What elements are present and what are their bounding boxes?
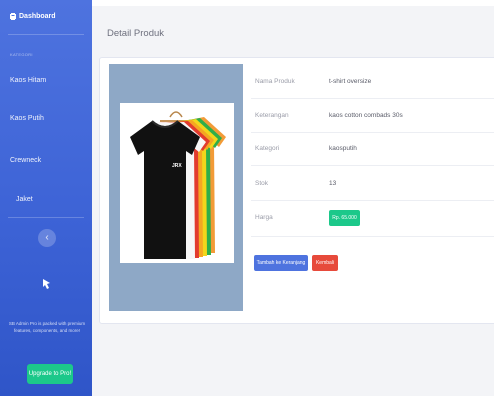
sidebar-toggle-button[interactable]: ‹: [38, 229, 56, 247]
rocket-icon: [43, 279, 50, 289]
row-divider: [251, 165, 494, 166]
product-name-value: t-shirt oversize: [329, 78, 372, 85]
product-image: JRX: [120, 103, 234, 263]
sidebar-item-crewneck[interactable]: Crewneck: [10, 157, 41, 164]
sidebar-item-kaos-putih[interactable]: Kaos Putih: [10, 115, 44, 122]
row-divider: [251, 200, 494, 201]
sidebar-divider: [8, 34, 84, 35]
product-name-label: Nama Produk: [255, 78, 295, 85]
product-price-label: Harga: [255, 214, 273, 221]
dashboard-icon: [10, 13, 16, 20]
upgrade-button[interactable]: Upgrade to Pro!: [27, 364, 73, 384]
row-divider: [251, 236, 494, 237]
sidebar-item-kaos-hitam[interactable]: Kaos Hitam: [10, 77, 46, 84]
chevron-left-icon: ‹: [45, 232, 49, 243]
shirt-print-text: JRX: [172, 163, 182, 169]
sidebar-divider: [8, 217, 84, 218]
sidebar-brand-label: Dashboard: [19, 13, 56, 20]
product-stock-label: Stok: [255, 180, 269, 187]
back-button[interactable]: Kembali: [312, 255, 338, 271]
product-description-label: Keterangan: [255, 112, 289, 119]
product-description-value: kaos cotton combads 30s: [329, 112, 403, 119]
page-title: Detail Produk: [107, 28, 165, 39]
product-category-value: kaosputih: [329, 145, 357, 152]
promo-text: SB Admin Pro is packed with premium feat…: [8, 321, 86, 333]
row-divider: [251, 98, 494, 99]
sidebar-brand[interactable]: Dashboard: [10, 13, 56, 20]
row-divider: [251, 132, 494, 133]
tshirt-stack-illustration: JRX: [130, 111, 226, 259]
sidebar: Dashboard KATEGORI Kaos Hitam Kaos Putih…: [0, 0, 92, 396]
price-badge: Rp. 65.000: [329, 210, 360, 226]
add-to-cart-button[interactable]: Tambah ke Keranjang: [254, 255, 308, 271]
sidebar-item-jaket[interactable]: Jaket: [16, 196, 33, 203]
product-category-label: Kategori: [255, 145, 280, 152]
sidebar-heading: KATEGORI: [10, 52, 33, 57]
product-stock-value: 13: [329, 180, 337, 187]
topbar: [92, 0, 494, 6]
